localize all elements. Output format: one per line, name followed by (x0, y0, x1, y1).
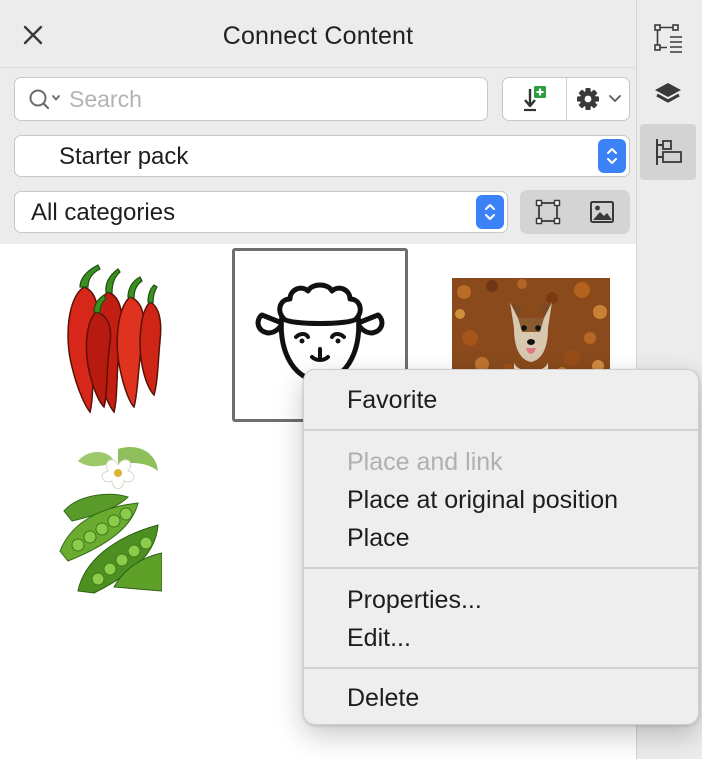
dock-connect-content-button[interactable] (640, 124, 696, 180)
chevron-down-icon (608, 95, 621, 102)
context-menu: Favorite Place and link Place at origina… (303, 369, 699, 725)
panel-titlebar: Connect Content (0, 0, 636, 68)
chili-peppers-image (67, 264, 162, 414)
panel-controls: Starter pack All categories (0, 68, 636, 244)
panel-title: Connect Content (222, 22, 414, 50)
menu-item-place-at-original-position[interactable]: Place at original position (347, 486, 618, 515)
image-view-button[interactable] (577, 193, 628, 231)
menu-item-edit[interactable]: Edit... (347, 624, 411, 653)
search-box[interactable] (14, 77, 488, 121)
gear-icon (576, 88, 599, 110)
menu-item-properties[interactable]: Properties... (347, 586, 482, 615)
frame-icon (536, 199, 561, 225)
import-button[interactable] (503, 78, 566, 120)
settings-dropdown-button[interactable] (565, 78, 630, 120)
dock-layers-button[interactable] (640, 66, 696, 122)
view-toggle (520, 190, 630, 234)
peas-photo-image (58, 441, 162, 595)
frame-view-button[interactable] (523, 193, 574, 231)
select-stepper-icon (476, 195, 504, 229)
dog-photo-image (452, 278, 610, 378)
toolbar-group (502, 77, 630, 121)
content-pack-select[interactable]: Starter pack (14, 135, 630, 177)
import-add-icon (524, 86, 547, 112)
search-icon (29, 89, 60, 110)
category-value: All categories (31, 199, 176, 226)
thumbnail-peas[interactable] (44, 440, 176, 596)
menu-item-favorite[interactable]: Favorite (347, 386, 437, 415)
menu-separator (304, 567, 698, 569)
select-stepper-icon (598, 139, 626, 173)
thumbnail-chili-peppers[interactable] (40, 252, 180, 422)
category-select[interactable]: All categories (14, 191, 508, 233)
menu-item-place-and-link: Place and link (347, 448, 503, 476)
transform-icon (654, 24, 682, 53)
image-icon (589, 201, 614, 223)
layers-icon (655, 83, 681, 103)
menu-separator (304, 667, 698, 669)
dock-transform-button[interactable] (640, 10, 696, 66)
menu-item-delete[interactable]: Delete (347, 684, 419, 713)
thumbnail-dog[interactable] (452, 278, 610, 378)
search-input[interactable] (69, 84, 469, 114)
connect-content-icon (656, 139, 682, 165)
content-pack-value: Starter pack (59, 143, 189, 170)
menu-item-place[interactable]: Place (347, 524, 410, 553)
menu-separator (304, 429, 698, 431)
